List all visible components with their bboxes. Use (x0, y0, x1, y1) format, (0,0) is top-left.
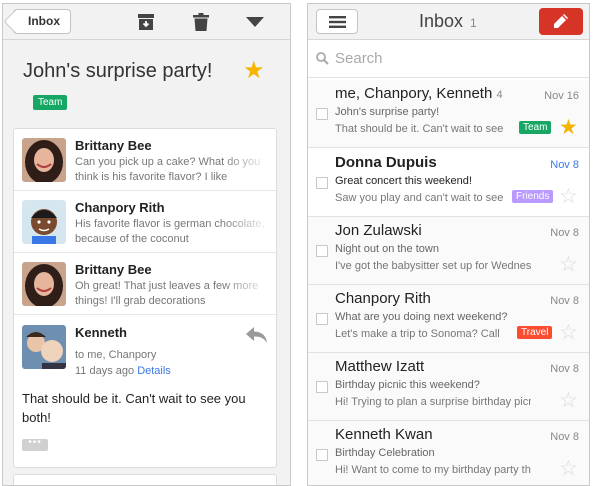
thread-subject: Night out on the town (335, 243, 439, 255)
thread-sender-text: Donna Dupuis (335, 154, 437, 171)
thread-sender-text: Kenneth Kwan (335, 426, 433, 443)
inbox-toolbar: Inbox 1 (308, 4, 589, 40)
thread-sender: me, Chanpory, Kenneth 4 (335, 85, 503, 102)
star-icon[interactable]: ☆ (559, 388, 578, 413)
message-sender: Chanpory Rith (75, 200, 165, 215)
hamburger-menu-icon (329, 16, 346, 28)
thread-row[interactable]: Matthew Izatt Nov 8 Birthday picnic this … (308, 353, 589, 421)
collapsed-message[interactable]: Brittany Bee Oh great! That just leaves … (14, 253, 278, 315)
thread-sender: Matthew Izatt (335, 358, 424, 375)
thread-row[interactable]: Kenneth Kwan Nov 8 Birthday Celebration Hi… (308, 421, 589, 485)
thread-subject: Great concert this weekend! (335, 175, 472, 187)
archive-icon[interactable] (137, 13, 155, 31)
thread-date: Nov 8 (550, 363, 579, 375)
thread-row[interactable]: Donna Dupuis Nov 8 Great concert this wee… (308, 149, 589, 217)
message-sender: Brittany Bee (75, 262, 152, 277)
thread-subject: Birthday picnic this weekend? (335, 379, 480, 391)
thread-snippet: Saw you play and can't wait to see (335, 192, 504, 204)
star-icon[interactable]: ☆ (559, 184, 578, 209)
star-icon[interactable]: ☆ (559, 252, 578, 277)
avatar-kenneth (22, 325, 66, 369)
star-icon[interactable]: ☆ (559, 320, 578, 345)
thread-snippet: Hi! Trying to plan a surprise birthday p… (335, 396, 531, 408)
thread-sender-text: Jon Zulawski (335, 222, 422, 239)
thread-label[interactable]: Friends (512, 190, 554, 203)
avatar-brittany (22, 138, 66, 182)
thread-subject: John's surprise party! (23, 60, 213, 82)
thread-sender: Chanpory Rith (335, 290, 431, 307)
thread-snippet: That should be it. Can't wait to see (335, 123, 504, 135)
message-sender: Kenneth (75, 325, 127, 340)
thread-subject: John's surprise party! (335, 106, 440, 118)
thread-sender: Jon Zulawski (335, 222, 422, 239)
thread-date: Nov 8 (550, 295, 579, 307)
thread-snippet: I've got the babysitter set up for Wedne… (335, 260, 531, 272)
inbox-title: Inbox (419, 11, 464, 31)
thread-date: Nov 8 (550, 227, 579, 239)
thread-sender-text: Matthew Izatt (335, 358, 425, 375)
select-checkbox[interactable] (316, 108, 328, 120)
star-icon[interactable]: ☆ (559, 456, 578, 481)
thread-snippet: Hi! Want to come to my birthday party th… (335, 464, 531, 476)
thread-sender: Kenneth Kwan (335, 426, 433, 443)
thread-view-screen: Inbox John's surprise party! ★ Team Brit… (2, 3, 291, 486)
thread-row[interactable]: Chanpory Rith Nov 8 What are you doing ne… (308, 285, 589, 353)
details-link[interactable]: Details (137, 365, 171, 377)
star-icon[interactable]: ★ (243, 56, 265, 85)
trash-icon[interactable] (193, 13, 209, 31)
unread-count: 1 (470, 16, 477, 30)
thread-sender-text: me, Chanpory, Kenneth (335, 85, 493, 102)
message-time: 11 days ago Details (75, 365, 171, 377)
thread-subject: Birthday Celebration (335, 447, 435, 459)
thread-date: Nov 16 (544, 90, 579, 102)
thread-card-next (13, 474, 277, 485)
compose-button[interactable] (539, 8, 583, 35)
select-checkbox[interactable] (316, 449, 328, 461)
thread-subject: What are you doing next weekend? (335, 311, 508, 323)
menu-button[interactable] (316, 9, 358, 34)
thread-toolbar: Inbox (3, 4, 290, 40)
thread-date: Nov 8 (550, 159, 579, 171)
collapsed-message[interactable]: Brittany Bee Can you pick up a cake? Wha… (14, 129, 278, 191)
thread-row[interactable]: Jon Zulawski Nov 8 Night out on the town I… (308, 217, 589, 285)
inbox-screen: Inbox 1 Search me, Chanpory, Kenneth 4 No… (307, 3, 590, 486)
select-checkbox[interactable] (316, 313, 328, 325)
message-sender: Brittany Bee (75, 138, 152, 153)
message-snippet: Oh great! That just leaves a few more th… (75, 280, 259, 307)
thread-label[interactable]: Team (519, 121, 552, 134)
thread-snippet: Let's make a trip to Sonoma? Call (335, 328, 500, 340)
message-recipients: to me, Chanpory (75, 349, 157, 361)
thread-row[interactable]: me, Chanpory, Kenneth 4 Nov 16 John's surp… (308, 80, 589, 148)
thread-sender: Donna Dupuis (335, 154, 437, 171)
back-to-inbox-button[interactable]: Inbox (13, 9, 71, 34)
reply-icon[interactable] (246, 327, 268, 343)
thread-count: 4 (496, 89, 503, 101)
avatar-chanpory (22, 200, 66, 244)
message-time-text: 11 days ago (75, 365, 135, 377)
pencil-icon (554, 14, 568, 28)
search-bar[interactable]: Search (308, 40, 589, 78)
message-snippet: Can you pick up a cake? What do you thin… (75, 156, 261, 183)
search-icon (316, 52, 329, 65)
select-checkbox[interactable] (316, 177, 328, 189)
thread-card: Brittany Bee Can you pick up a cake? Wha… (13, 128, 278, 468)
collapsed-message[interactable]: Chanpory Rith His favorite flavor is ger… (14, 191, 278, 253)
message-snippet: His favorite flavor is german chocolate,… (75, 218, 265, 245)
more-dropdown-icon[interactable] (246, 17, 264, 27)
select-checkbox[interactable] (316, 245, 328, 257)
back-button-label: Inbox (28, 14, 60, 28)
label-team[interactable]: Team (33, 95, 68, 110)
message-body: That should be it. Can't wait to see you… (22, 391, 246, 425)
star-icon[interactable]: ★ (559, 115, 578, 140)
thread-label[interactable]: Travel (517, 326, 553, 339)
thread-date: Nov 8 (550, 431, 579, 443)
select-checkbox[interactable] (316, 381, 328, 393)
show-quoted-button[interactable]: ••• (22, 438, 48, 451)
thread-sender-text: Chanpory Rith (335, 290, 431, 307)
avatar-brittany (22, 262, 66, 306)
search-input[interactable]: Search (335, 50, 383, 67)
